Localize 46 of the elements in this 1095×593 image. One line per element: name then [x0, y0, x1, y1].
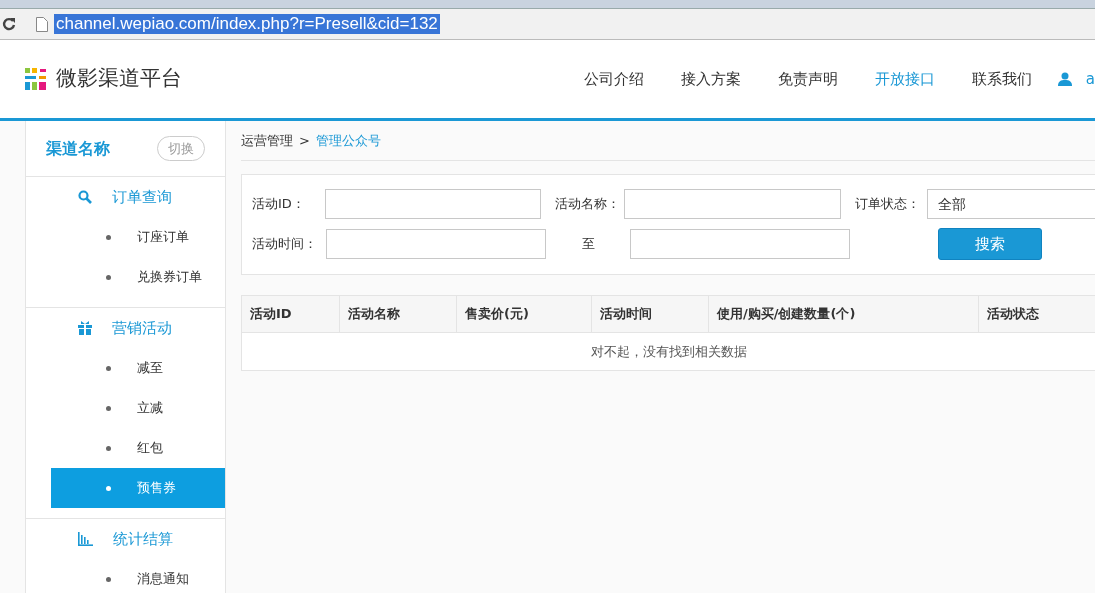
bullet-icon	[106, 576, 111, 582]
field-label: 活动名称：	[554, 195, 622, 214]
bullet-icon	[106, 234, 111, 240]
column-header: 活动时间	[592, 296, 709, 332]
search-icon	[78, 190, 92, 204]
breadcrumb-separator: >	[299, 131, 310, 150]
column-header: 活动名称	[340, 296, 457, 332]
bullet-icon	[106, 365, 111, 371]
sidebar-item[interactable]: 订座订单	[51, 217, 225, 257]
user-icon[interactable]	[1057, 72, 1072, 86]
gift-icon	[78, 321, 92, 335]
status-dropdown[interactable]: 全部	[927, 189, 1095, 219]
input-field[interactable]	[324, 189, 542, 219]
breadcrumb-item: 运营管理	[241, 131, 293, 150]
field-label: 活动ID：	[252, 195, 306, 214]
field-label: 至	[580, 235, 596, 254]
logo-text: 微影渠道平台	[56, 65, 182, 93]
bullet-icon	[106, 485, 111, 491]
logo-icon	[24, 67, 48, 91]
field-label: 订单状态：	[853, 195, 921, 214]
reload-icon[interactable]	[2, 17, 16, 31]
bullet-icon	[106, 274, 111, 280]
nav-link[interactable]: 接入方案	[680, 67, 741, 91]
column-header: 活动状态	[986, 305, 1040, 324]
nav-link[interactable]: 联系我们	[971, 67, 1032, 91]
sidebar-item[interactable]: 减至	[51, 348, 225, 388]
bar-chart-icon	[78, 532, 93, 546]
sidebar-item[interactable]: 红包	[51, 428, 225, 468]
column-header: 活动ID	[242, 296, 340, 332]
sidebar-item[interactable]: 立减	[51, 388, 225, 428]
input-field[interactable]	[624, 189, 841, 219]
nav-link[interactable]: 免责声明	[777, 67, 838, 91]
address-field[interactable]: channel.wepiao.com/index.php?r=Presell&cid=132	[54, 14, 440, 34]
empty-message: 对不起，没有找到相关数据	[589, 342, 748, 361]
page-icon	[36, 16, 48, 32]
field-label: 活动时间：	[252, 235, 318, 254]
sidebar-item[interactable]: 兑换券订单	[51, 257, 225, 297]
input-field[interactable]	[630, 229, 850, 259]
channel-name: 渠道名称	[46, 137, 110, 160]
bullet-icon	[106, 445, 111, 451]
input-field[interactable]	[326, 229, 546, 259]
column-header: 售卖价(元)	[457, 296, 592, 332]
bullet-icon	[106, 405, 111, 411]
nav-link[interactable]: 公司介绍	[583, 67, 644, 91]
sidebar-item[interactable]: 消息通知	[51, 559, 225, 593]
column-header: 使用/购买/创建数量(个)	[709, 296, 979, 332]
